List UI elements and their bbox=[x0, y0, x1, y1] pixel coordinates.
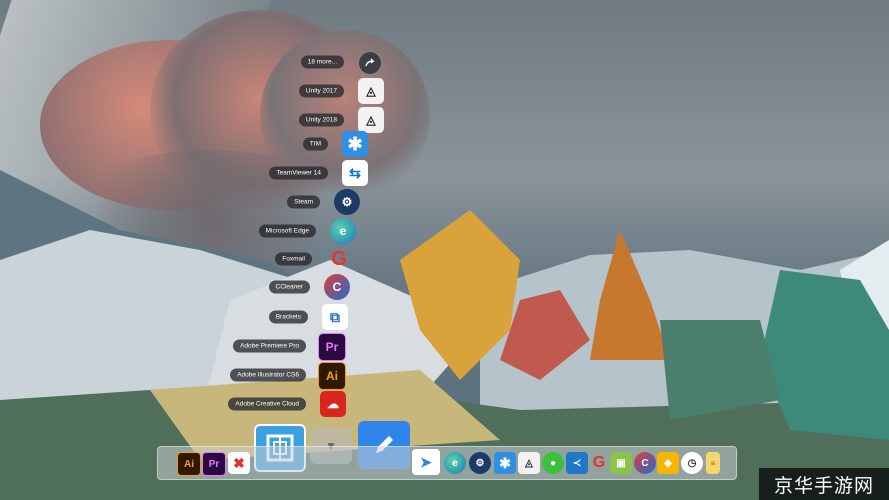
ccleaner-icon[interactable]: C bbox=[634, 452, 656, 474]
illustrator-icon[interactable]: Ai bbox=[177, 452, 201, 476]
stack-item-illustrator[interactable]: Adobe Illustrator CS6 Ai bbox=[230, 362, 346, 390]
stack-item-tim[interactable]: TIM ✱ bbox=[300, 131, 368, 157]
stack-label: TIM bbox=[302, 137, 328, 151]
notes-icon[interactable]: ≡ bbox=[706, 452, 720, 474]
sketch-icon[interactable]: ◆ bbox=[657, 452, 679, 474]
stack-label: Adobe Creative Cloud bbox=[228, 397, 306, 411]
stack-menu: 18 more... Unity 2017 ◬ Unity 2018 ◬ TIM… bbox=[0, 0, 889, 500]
stack-label: Adobe Premiere Pro bbox=[233, 339, 306, 353]
tim-icon: ✱ bbox=[342, 131, 368, 157]
stack-item-more[interactable]: 18 more... bbox=[300, 49, 384, 75]
unity-icon[interactable]: ◬ bbox=[518, 452, 540, 474]
ccleaner-icon: C bbox=[324, 274, 350, 300]
stack-label: CCleaner bbox=[268, 280, 310, 294]
stack-item-ccleaner[interactable]: CCleaner C bbox=[268, 274, 350, 300]
unity-icon: ◬ bbox=[358, 107, 384, 133]
stack-item-foxmail[interactable]: Foxmail G bbox=[275, 246, 352, 272]
android-icon[interactable]: ▣ bbox=[610, 452, 632, 474]
stack-label: Unity 2017 bbox=[298, 84, 344, 98]
vscode-icon[interactable]: ≺ bbox=[566, 452, 588, 474]
wechat-icon[interactable]: ● bbox=[542, 452, 564, 474]
stack-item-brackets[interactable]: Brackets ⧉ bbox=[268, 304, 348, 330]
stack-item-unity-2017[interactable]: Unity 2017 ◬ bbox=[298, 78, 384, 104]
premiere-icon: Pr bbox=[318, 333, 346, 361]
stack-item-premiere[interactable]: Adobe Premiere Pro Pr bbox=[233, 333, 346, 361]
creative-cloud-icon: ☁ bbox=[320, 391, 346, 417]
steam-icon: ⚙ bbox=[334, 189, 360, 215]
foxmail-icon[interactable]: G bbox=[588, 452, 610, 474]
stack-label: Foxmail bbox=[275, 252, 312, 266]
arrow-icon bbox=[358, 51, 382, 75]
edge-icon[interactable]: e bbox=[444, 452, 466, 474]
premiere-icon[interactable]: Pr bbox=[202, 452, 226, 476]
stack-item-creative-cloud[interactable]: Adobe Creative Cloud ☁ bbox=[228, 391, 346, 417]
stack-item-edge[interactable]: Microsoft Edge e bbox=[258, 218, 356, 244]
stack-label: Steam bbox=[287, 195, 320, 209]
teamviewer-icon: ⇆ bbox=[342, 160, 368, 186]
brackets-icon: ⧉ bbox=[322, 304, 348, 330]
illustrator-icon: Ai bbox=[318, 362, 346, 390]
steam-icon[interactable]: ⚙ bbox=[469, 452, 491, 474]
edge-icon: e bbox=[330, 218, 356, 244]
feishu-icon[interactable]: ➤ bbox=[412, 449, 440, 475]
stack-label: Unity 2018 bbox=[298, 113, 344, 127]
stack-label: 18 more... bbox=[300, 55, 344, 69]
taskbar-dock: Ai Pr ✖ ➤ e ⚙ ✱ ◬ ● ≺ G ▣ C ◆ ◷ ≡ bbox=[157, 446, 737, 480]
stack-label: Brackets bbox=[268, 310, 308, 324]
stack-item-steam[interactable]: Steam ⚙ bbox=[287, 189, 360, 215]
stack-item-unity-2018[interactable]: Unity 2018 ◬ bbox=[298, 107, 384, 133]
xmind-icon[interactable]: ✖ bbox=[228, 452, 250, 474]
stack-item-teamviewer[interactable]: TeamViewer 14 ⇆ bbox=[269, 160, 368, 186]
stack-label: Adobe Illustrator CS6 bbox=[230, 368, 306, 382]
unity-icon: ◬ bbox=[358, 78, 384, 104]
foxmail-icon: G bbox=[331, 247, 347, 270]
tim-icon[interactable]: ✱ bbox=[494, 452, 516, 474]
stack-label: Microsoft Edge bbox=[258, 224, 316, 238]
site-watermark: 京华手游网 bbox=[759, 468, 889, 500]
clock-icon[interactable]: ◷ bbox=[681, 452, 703, 474]
stack-label: TeamViewer 14 bbox=[269, 166, 328, 180]
